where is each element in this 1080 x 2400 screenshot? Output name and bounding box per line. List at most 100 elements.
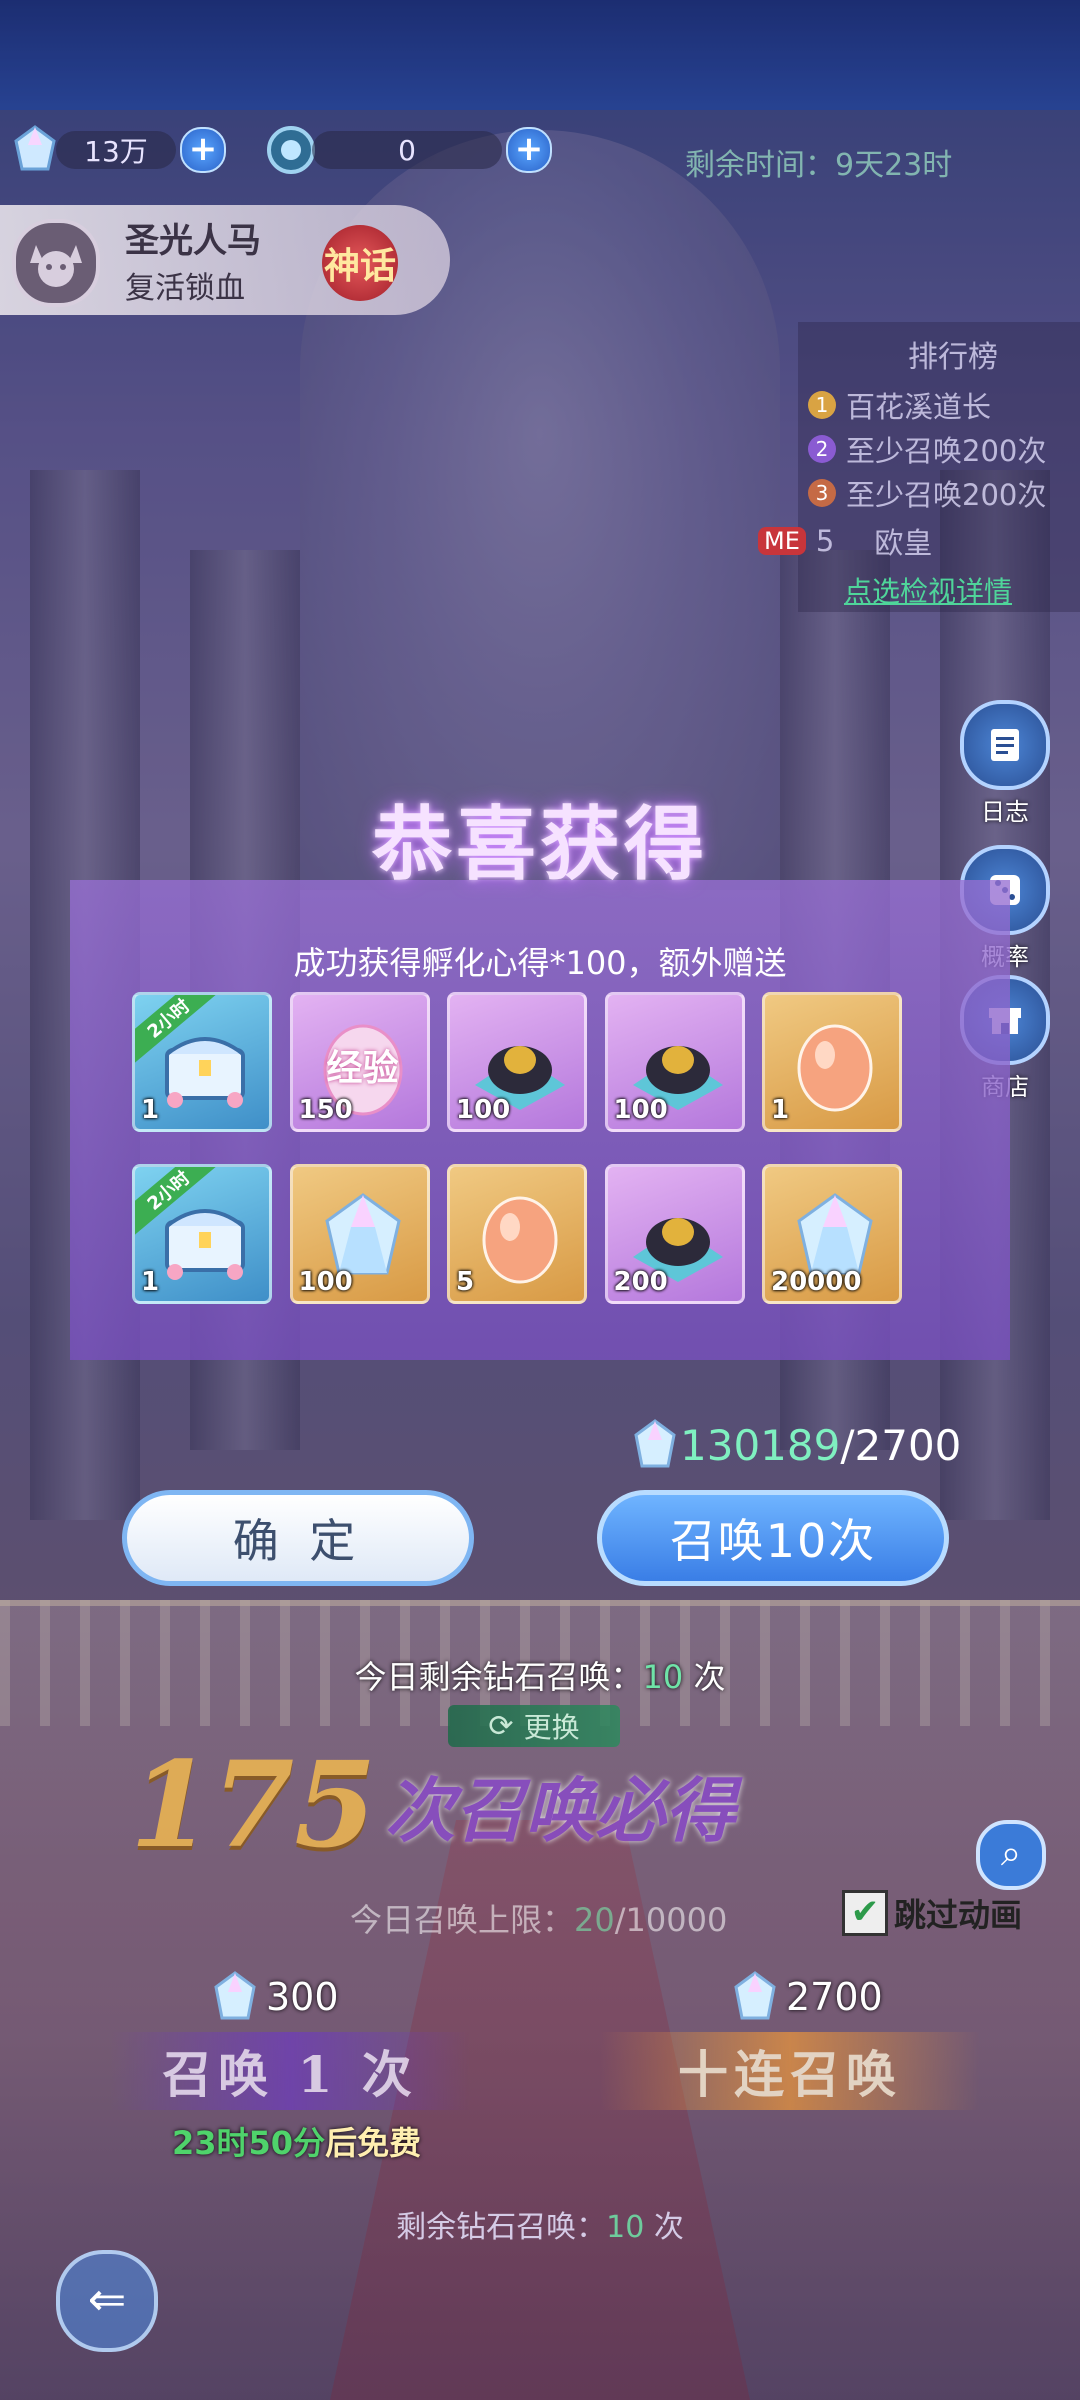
reward-item[interactable]: 100 bbox=[289, 1164, 430, 1304]
leaderboard-title: 排行榜 bbox=[908, 340, 998, 375]
summon-once-label: 召唤 1 次 bbox=[162, 2045, 418, 2104]
reward-item[interactable]: 200 bbox=[604, 1164, 745, 1304]
swap-button[interactable]: ⟳ 更换 bbox=[448, 1705, 620, 1747]
pity-number: 175 bbox=[130, 1735, 377, 1874]
limit-prefix: 今日召唤上限： bbox=[350, 1901, 575, 1939]
rank-medal-icon: 3 bbox=[808, 479, 836, 507]
checkbox-checked-icon[interactable]: ✔ bbox=[842, 1890, 888, 1936]
add-gems-button[interactable]: + bbox=[180, 127, 226, 173]
rarity-badge: 神话 bbox=[322, 225, 398, 301]
crystal-icon bbox=[634, 1419, 676, 1468]
pet-avatar bbox=[12, 219, 100, 307]
ten-pull-button[interactable]: 十连召唤 bbox=[600, 2032, 980, 2110]
ten-cost-value: 2700 bbox=[786, 1975, 883, 2019]
summon-ten-modal-button[interactable]: 召唤10次 bbox=[597, 1490, 949, 1586]
search-icon[interactable]: ⌕ bbox=[976, 1820, 1046, 1890]
reward-item[interactable]: 20000 bbox=[762, 1164, 902, 1304]
rank-medal-icon: 1 bbox=[808, 391, 836, 419]
daily-summon-limit: 今日召唤上限：20/10000 bbox=[350, 1895, 727, 1941]
reward-row: 2小时 1 经验 150 100 100 1 bbox=[132, 992, 902, 1132]
reward-item[interactable]: 100 bbox=[447, 992, 587, 1132]
today-suffix: 次 bbox=[683, 1658, 726, 1696]
today-count: 10 bbox=[642, 1658, 684, 1696]
my-title: 欧皇 bbox=[874, 526, 933, 560]
crystal-required: /2700 bbox=[840, 1420, 962, 1470]
free-suffix: 后免费 bbox=[325, 2124, 422, 2162]
item-count: 5 bbox=[456, 1267, 475, 1297]
cat-face-icon bbox=[30, 245, 82, 287]
item-count: 200 bbox=[613, 1267, 668, 1297]
crystal-icon bbox=[734, 1971, 776, 2020]
reward-row: 2小时 1 100 5 200 20000 bbox=[132, 1164, 902, 1304]
rank-name: 百花溪道长 bbox=[846, 390, 992, 424]
leaderboard-my-row: ME 5 欧皇 bbox=[758, 520, 932, 562]
leaderboard-row: 2 至少召唤200次 bbox=[808, 428, 1046, 470]
reward-item[interactable]: 2小时 1 bbox=[132, 1164, 272, 1304]
gem-resource: 13万 + bbox=[8, 125, 226, 173]
rank-name: 至少召唤200次 bbox=[846, 434, 1047, 468]
item-count: 1 bbox=[141, 1095, 160, 1125]
free-time: 23时50分 bbox=[172, 2124, 326, 2162]
token-icon bbox=[267, 126, 315, 174]
leaderboard-row: 1 百花溪道长 bbox=[808, 384, 991, 426]
rank-medal-icon: 2 bbox=[808, 435, 836, 463]
item-count: 1 bbox=[141, 1267, 160, 1297]
pet-name: 圣光人马 bbox=[125, 221, 261, 261]
free-summon-timer: 23时50分后免费 bbox=[172, 2118, 421, 2164]
remain-suffix: 次 bbox=[644, 2210, 684, 2245]
limit-used: 20 bbox=[574, 1901, 615, 1939]
skip-animation-toggle[interactable]: ✔ 跳过动画 bbox=[842, 1890, 1022, 1936]
pity-text: 次召唤必得 bbox=[385, 1769, 735, 1852]
summon-ten-label: 召唤10次 bbox=[669, 1514, 877, 1568]
swap-label: 更换 bbox=[523, 1711, 580, 1744]
leaderboard-panel[interactable]: 排行榜 1 百花溪道长 2 至少召唤200次 3 至少召唤200次 ME 5 欧… bbox=[758, 322, 1080, 612]
event-timer: 剩余时间：9天23时 bbox=[685, 140, 952, 184]
item-count: 150 bbox=[298, 1095, 353, 1125]
ten-summon-cost: 2700 bbox=[730, 1970, 883, 2024]
crystal-owned: 130189 bbox=[680, 1420, 841, 1470]
skip-label: 跳过动画 bbox=[894, 1896, 1023, 1934]
gem-amount: 13万 bbox=[56, 131, 176, 169]
back-button[interactable]: ⇐ bbox=[56, 2250, 158, 2352]
leaderboard-details-link[interactable]: 点选检视详情 bbox=[844, 570, 1012, 610]
item-count: 1 bbox=[771, 1095, 790, 1125]
crystal-icon bbox=[214, 1971, 256, 2020]
my-rank: 5 bbox=[815, 524, 835, 558]
timer-value: 9天23时 bbox=[835, 148, 953, 183]
crystal-counter: 130189/2700 bbox=[630, 1418, 961, 1472]
refresh-icon: ⟳ bbox=[488, 1708, 514, 1744]
item-count: 100 bbox=[613, 1095, 668, 1125]
modal-title: 恭喜获得 bbox=[372, 797, 708, 891]
remain-prefix: 剩余钻石召唤： bbox=[396, 2210, 607, 2245]
remaining-diamond-summons: 剩余钻石召唤：10 次 bbox=[0, 2202, 1080, 2246]
token-amount: 0 bbox=[312, 131, 502, 169]
add-tokens-button[interactable]: + bbox=[506, 127, 552, 173]
today-prefix: 今日剩余钻石召唤： bbox=[354, 1658, 643, 1696]
reward-item[interactable]: 100 bbox=[604, 992, 745, 1132]
confirm-button[interactable]: 确 定 bbox=[122, 1490, 474, 1586]
remain-count: 10 bbox=[606, 2210, 645, 2245]
me-tag: ME bbox=[758, 527, 806, 555]
item-count: 100 bbox=[298, 1267, 353, 1297]
pet-skill: 复活锁血 bbox=[125, 271, 245, 306]
back-arrow-icon: ⇐ bbox=[87, 2272, 127, 2326]
reward-item[interactable]: 经验 150 bbox=[289, 992, 430, 1132]
log-icon bbox=[960, 700, 1050, 790]
summon-once-button[interactable]: 召唤 1 次 bbox=[110, 2032, 470, 2110]
reward-item[interactable]: 2小时 1 bbox=[132, 992, 272, 1132]
single-summon-cost: 300 bbox=[210, 1970, 339, 2024]
confirm-label: 确 定 bbox=[232, 1514, 364, 1568]
crystal-icon bbox=[14, 125, 56, 171]
rank-name: 至少召唤200次 bbox=[846, 478, 1047, 512]
featured-pet-banner[interactable]: 圣光人马 复活锁血 神话 bbox=[0, 205, 450, 315]
reward-item[interactable]: 5 bbox=[447, 1164, 587, 1304]
token-resource: 0 + bbox=[264, 126, 552, 174]
timer-label: 剩余时间： bbox=[685, 148, 835, 183]
modal-message: 成功获得孵化心得*100，额外赠送 bbox=[293, 944, 787, 982]
single-cost-value: 300 bbox=[266, 1975, 339, 2019]
ten-pull-label: 十连召唤 bbox=[678, 2045, 902, 2104]
today-remaining-diamond-summons: 今日剩余钻石召唤：10 次 bbox=[0, 1652, 1080, 1698]
limit-total: /10000 bbox=[614, 1901, 728, 1939]
leaderboard-row: 3 至少召唤200次 bbox=[808, 472, 1046, 514]
reward-item[interactable]: 1 bbox=[762, 992, 902, 1132]
